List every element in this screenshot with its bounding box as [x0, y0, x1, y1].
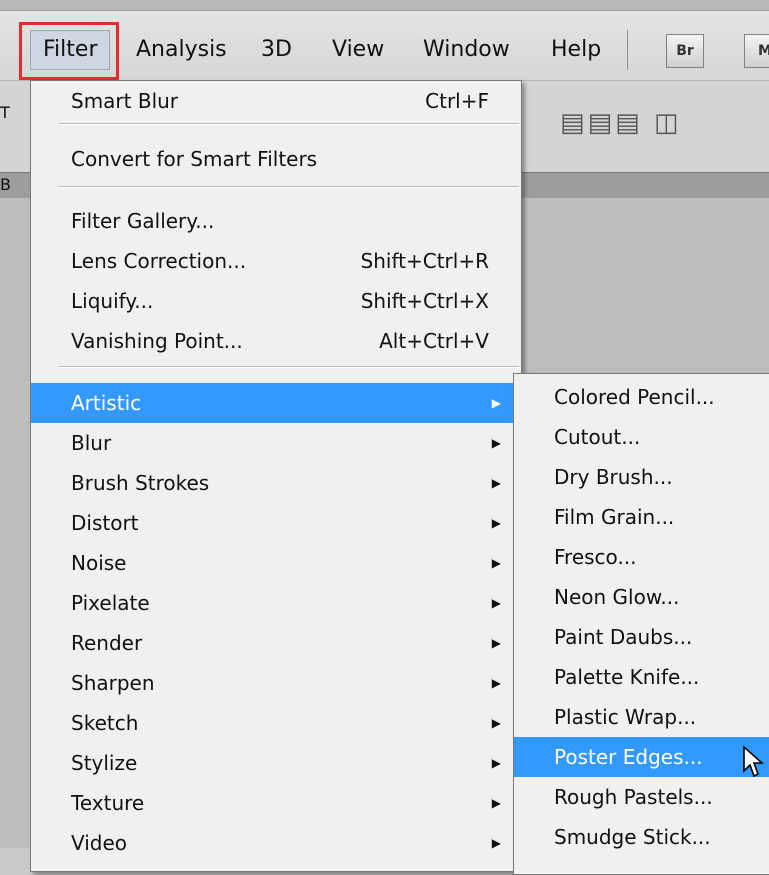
title-strip [0, 0, 769, 11]
menu-item-filter-gallery[interactable]: Filter Gallery... [31, 201, 521, 241]
submenu-arrow-icon: ▶ [491, 756, 501, 770]
submenu-arrow-icon: ▶ [491, 596, 501, 610]
menu-help[interactable]: Help [543, 30, 609, 70]
menu-item-label: Render [71, 631, 143, 655]
menu-separator [59, 366, 519, 368]
submenu-item-cutout[interactable]: Cutout... [514, 417, 769, 457]
submenu-item-paint-daubs[interactable]: Paint Daubs... [514, 617, 769, 657]
menu-item-pixelate[interactable]: Pixelate ▶ [31, 583, 521, 623]
submenu-item-fresco[interactable]: Fresco... [514, 537, 769, 577]
submenu-item-plastic-wrap[interactable]: Plastic Wrap... [514, 697, 769, 737]
submenu-arrow-icon: ▶ [491, 676, 501, 690]
tab-fragment: B [0, 175, 11, 194]
menu-item-label: Convert for Smart Filters [71, 147, 318, 171]
menu-item-smart-blur[interactable]: Smart Blur Ctrl+F [31, 81, 521, 121]
submenu-arrow-icon: ▶ [491, 396, 501, 410]
menu-item-artistic[interactable]: Artistic ▶ [31, 383, 521, 423]
menu-item-label: Blur [71, 431, 112, 455]
menu-item-label: Sharpen [71, 671, 155, 695]
menu-item-texture[interactable]: Texture ▶ [31, 783, 521, 823]
submenu-item-label: Neon Glow... [554, 585, 680, 609]
submenu-item-rough-pastels[interactable]: Rough Pastels... [514, 777, 769, 817]
submenu-item-neon-glow[interactable]: Neon Glow... [514, 577, 769, 617]
menu-item-sketch[interactable]: Sketch ▶ [31, 703, 521, 743]
submenu-arrow-icon: ▶ [491, 796, 501, 810]
menu-analysis[interactable]: Analysis [128, 30, 235, 70]
menu-separator [59, 186, 519, 188]
menu-item-stylize[interactable]: Stylize ▶ [31, 743, 521, 783]
menu-item-shortcut: Ctrl+F [425, 89, 489, 113]
submenu-arrow-icon: ▶ [491, 436, 501, 450]
menu-item-lens-correction[interactable]: Lens Correction... Shift+Ctrl+R [31, 241, 521, 281]
submenu-arrow-icon: ▶ [491, 476, 501, 490]
menu-item-video[interactable]: Video ▶ [31, 823, 521, 863]
menu-3d[interactable]: 3D [253, 30, 300, 70]
menu-item-distort[interactable]: Distort ▶ [31, 503, 521, 543]
menu-view[interactable]: View [324, 30, 392, 70]
menu-item-shortcut: Shift+Ctrl+X [360, 289, 489, 313]
artistic-submenu: Colored Pencil... Cutout... Dry Brush...… [513, 373, 769, 875]
menu-item-label: Brush Strokes [71, 471, 210, 495]
filter-dropdown-menu: Smart Blur Ctrl+F Convert for Smart Filt… [30, 80, 522, 872]
submenu-item-film-grain[interactable]: Film Grain... [514, 497, 769, 537]
menu-item-noise[interactable]: Noise ▶ [31, 543, 521, 583]
menu-item-convert-smart-filters[interactable]: Convert for Smart Filters [31, 139, 521, 179]
bridge-button[interactable]: Br [666, 34, 704, 68]
menu-item-shortcut: Alt+Ctrl+V [379, 329, 489, 353]
menu-item-label: Sketch [71, 711, 139, 735]
menubar-divider [627, 30, 628, 70]
menu-item-shortcut: Shift+Ctrl+R [360, 249, 489, 273]
submenu-item-label: Poster Edges... [554, 745, 703, 769]
submenu-item-label: Palette Knife... [554, 665, 700, 689]
submenu-item-smudge-stick[interactable]: Smudge Stick... [514, 817, 769, 857]
submenu-arrow-icon: ▶ [491, 636, 501, 650]
menu-item-render[interactable]: Render ▶ [31, 623, 521, 663]
submenu-item-label: Plastic Wrap... [554, 705, 697, 729]
submenu-arrow-icon: ▶ [491, 836, 501, 850]
menu-item-label: Noise [71, 551, 127, 575]
menu-separator [59, 123, 519, 125]
menu-item-vanishing-point[interactable]: Vanishing Point... Alt+Ctrl+V [31, 321, 521, 361]
submenu-arrow-icon: ▶ [491, 556, 501, 570]
menu-item-sharpen[interactable]: Sharpen ▶ [31, 663, 521, 703]
toolbar-fragment: T [0, 103, 10, 122]
menu-item-label: Texture [71, 791, 145, 815]
menu-item-label: Smart Blur [71, 89, 179, 113]
menu-bar: Filter Analysis 3D View Window Help Br M [0, 0, 769, 80]
menu-item-liquify[interactable]: Liquify... Shift+Ctrl+X [31, 281, 521, 321]
submenu-item-dry-brush[interactable]: Dry Brush... [514, 457, 769, 497]
submenu-item-poster-edges[interactable]: Poster Edges... [514, 737, 769, 778]
menu-item-label: Vanishing Point... [71, 329, 243, 353]
submenu-item-label: Colored Pencil... [554, 385, 715, 409]
menu-item-blur[interactable]: Blur ▶ [31, 423, 521, 463]
submenu-item-label: Dry Brush... [554, 465, 673, 489]
menu-item-label: Stylize [71, 751, 138, 775]
menu-item-label: Liquify... [71, 289, 154, 313]
submenu-arrow-icon: ▶ [491, 516, 501, 530]
submenu-item-label: Paint Daubs... [554, 625, 693, 649]
submenu-item-label: Fresco... [554, 545, 637, 569]
submenu-item-label: Smudge Stick... [554, 825, 711, 849]
submenu-arrow-icon: ▶ [491, 716, 501, 730]
menu-item-label: Distort [71, 511, 139, 535]
menu-filter[interactable]: Filter [30, 30, 111, 70]
menu-item-label: Pixelate [71, 591, 150, 615]
submenu-item-label: Rough Pastels... [554, 785, 713, 809]
menu-item-brush-strokes[interactable]: Brush Strokes ▶ [31, 463, 521, 503]
mouse-pointer-icon [743, 745, 765, 778]
align-icon[interactable]: ▤▤▤ ◫ [560, 108, 682, 138]
submenu-item-label: Cutout... [554, 425, 641, 449]
submenu-item-label: Film Grain... [554, 505, 675, 529]
minibridge-button[interactable]: M [744, 34, 769, 68]
menu-item-label: Video [71, 831, 128, 855]
submenu-item-colored-pencil[interactable]: Colored Pencil... [514, 377, 769, 417]
menu-item-label: Lens Correction... [71, 249, 247, 273]
submenu-item-palette-knife[interactable]: Palette Knife... [514, 657, 769, 697]
menu-item-label: Filter Gallery... [71, 209, 215, 233]
menu-item-label: Artistic [71, 391, 142, 415]
menu-window[interactable]: Window [415, 30, 518, 70]
